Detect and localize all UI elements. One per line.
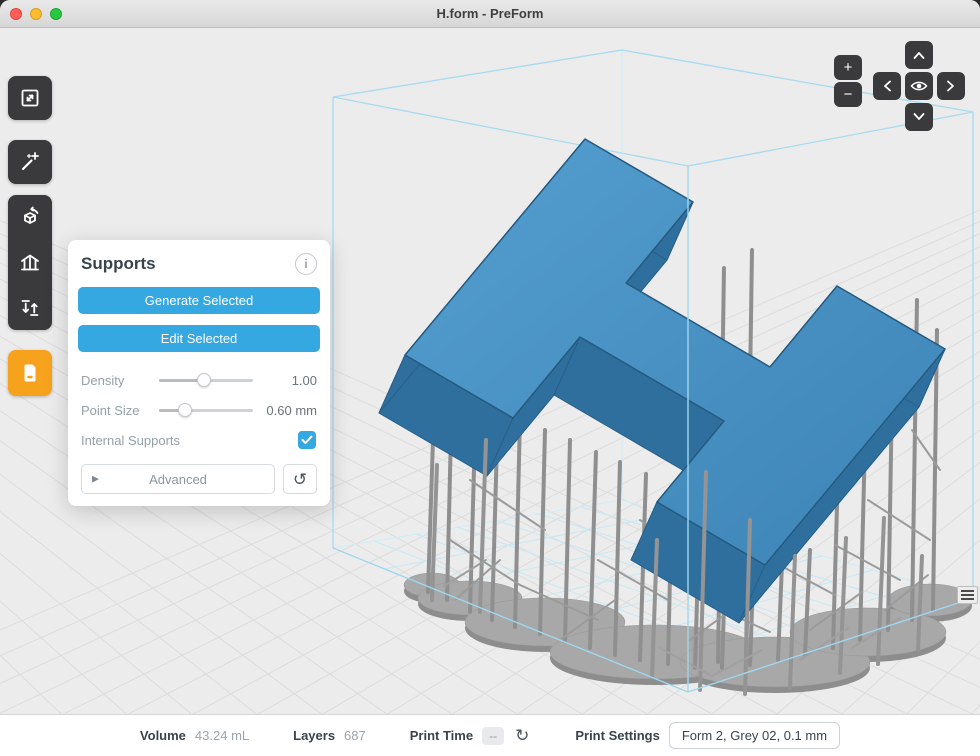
internal-supports-checkbox[interactable] [298,431,316,449]
rotate-view-up-button[interactable] [905,41,933,69]
expand-triangle-icon: ▶ [92,474,99,485]
close-window-button[interactable] [10,8,22,20]
zoom-out-button[interactable]: − [834,82,862,107]
print-settings-select[interactable]: Form 2, Grey 02, 0.1 mm [669,722,840,749]
checkmark-icon [301,435,313,445]
refresh-print-time-button[interactable]: ↻ [513,727,531,744]
internal-supports-label: Internal Supports [81,433,298,448]
point-size-slider-handle[interactable] [178,403,192,417]
internal-supports-row: Internal Supports [78,425,320,455]
edit-selected-button[interactable]: Edit Selected [78,325,320,352]
point-size-label: Point Size [81,403,159,418]
reset-defaults-button[interactable]: ↺ [283,464,317,494]
layers-label: Layers [293,728,335,743]
volume-value: 43.24 mL [195,728,249,743]
magic-wand-icon [18,150,42,174]
density-row: Density 1.00 [78,365,320,395]
resin-cartridge-icon [18,361,42,385]
zoom-in-button[interactable]: + [834,55,862,80]
zoom-in-icon: + [844,59,853,76]
size-tool-button[interactable] [8,76,52,120]
print-time-stat: Print Time -- ↻ [410,727,532,745]
reset-view-button[interactable] [905,72,933,100]
point-size-row: Point Size 0.60 mm [78,395,320,425]
orientation-icon [18,206,42,230]
orientation-tool-button[interactable] [8,195,52,240]
title-bar: H.form - PreForm [0,0,980,28]
window-title: H.form - PreForm [437,6,544,21]
print-settings-label: Print Settings [575,728,660,743]
layers-value: 687 [344,728,366,743]
zoom-window-button[interactable] [50,8,62,20]
print-settings-stat: Print Settings Form 2, Grey 02, 0.1 mm [575,722,840,749]
density-slider[interactable] [159,372,253,388]
minimize-window-button[interactable] [30,8,42,20]
density-slider-handle[interactable] [197,373,211,387]
model-h[interactable] [379,139,945,623]
generate-selected-button[interactable]: Generate Selected [78,287,320,314]
info-icon[interactable]: i [295,253,317,275]
status-bar: Volume 43.24 mL Layers 687 Print Time --… [0,714,980,756]
zoom-controls: + − [834,55,862,107]
point-size-value: 0.60 mm [261,403,317,418]
supports-icon [18,251,42,275]
reset-icon: ↺ [293,470,307,489]
rotate-view-right-button[interactable] [937,72,965,100]
zoom-out-icon: − [844,86,853,103]
volume-stat: Volume 43.24 mL [140,728,249,743]
size-icon [18,86,42,110]
chevron-right-icon [945,78,957,94]
chevron-down-icon [911,111,927,123]
supports-panel: Supports i Generate Selected Edit Select… [68,240,330,506]
rotate-view-down-button[interactable] [905,103,933,131]
advanced-button-label: Advanced [149,472,207,487]
advanced-button[interactable]: ▶ Advanced [81,464,275,494]
density-label: Density [81,373,159,388]
layout-tool-button[interactable] [8,285,52,330]
supports-tool-button[interactable] [8,240,52,285]
one-click-print-tool-button[interactable] [8,140,52,184]
volume-label: Volume [140,728,186,743]
chevron-left-icon [881,78,893,94]
eye-icon [910,79,928,93]
app-window: H.form - PreForm [0,0,980,756]
layout-icon [18,296,42,320]
refresh-icon: ↻ [515,726,529,745]
layer-slider-handle[interactable] [957,586,978,604]
density-value: 1.00 [261,373,317,388]
point-size-slider[interactable] [159,402,253,418]
print-button[interactable] [8,350,52,396]
tool-group [8,195,52,330]
layers-stat: Layers 687 [293,728,366,743]
panel-title: Supports [81,254,156,274]
chevron-up-icon [911,49,927,61]
print-time-label: Print Time [410,728,473,743]
print-time-value: -- [482,727,504,745]
rotate-view-left-button[interactable] [873,72,901,100]
